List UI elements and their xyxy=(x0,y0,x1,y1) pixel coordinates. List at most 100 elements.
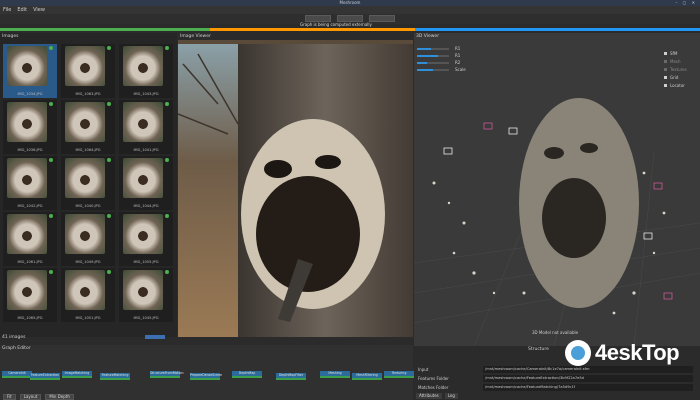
status-dot-icon xyxy=(49,102,53,106)
submit-button[interactable] xyxy=(369,15,395,22)
attr-row-features: Features Folder /mnt/meshroom/cache/Feat… xyxy=(416,375,698,383)
slider-label: R2 xyxy=(455,60,461,65)
viewer-3d: 3D Viewer R1 R1 R2 Scale SfM Mesh Textures Gri… xyxy=(414,33,700,346)
point-cloud-scene xyxy=(414,33,700,346)
watermark-text: 4eskTop xyxy=(595,340,680,365)
tab-attributes[interactable]: Attributes xyxy=(416,393,442,399)
image-toggle[interactable] xyxy=(145,335,165,339)
image-thumbnail[interactable]: IMG_1041.JPG xyxy=(119,100,173,154)
attr-row-matches: Matches Folder /mnt/meshroom/cache/Featu… xyxy=(416,384,698,392)
image-thumbnail[interactable]: IMG_1043.JPG xyxy=(119,44,173,98)
attribute-editor-title: Structure xyxy=(528,347,549,352)
menu-view[interactable]: View xyxy=(33,7,45,13)
thumbnail-label: IMG_1063.JPG xyxy=(75,92,101,96)
graph-node[interactable]: PrepareDenseScene xyxy=(190,373,222,380)
thumbnail-label: IMG_1040.JPG xyxy=(75,204,101,208)
layout-select[interactable]: Min Depth xyxy=(45,394,74,400)
status-dot-icon xyxy=(165,270,169,274)
graph-node[interactable]: FeatureExtraction xyxy=(30,373,60,380)
thumbnail-image xyxy=(123,270,163,310)
status-dot-icon xyxy=(165,46,169,50)
fit-button[interactable]: Fit xyxy=(3,394,16,400)
attr-value[interactable]: /mnt/meshroom/cache/FeatureExtraction/3b… xyxy=(483,375,693,382)
graph-node[interactable]: DepthMap xyxy=(232,371,262,378)
slider-label: R1 xyxy=(455,53,461,58)
image-thumbnail[interactable]: IMG_1040.JPG xyxy=(61,156,115,210)
graph-node[interactable]: Texturing xyxy=(384,371,414,378)
image-thumbnail[interactable]: IMG_1051.JPG xyxy=(61,268,115,322)
thumbnail-label: IMG_1034.JPG xyxy=(17,92,43,96)
viewer-option[interactable]: Mesh xyxy=(664,57,696,65)
progress-running xyxy=(210,28,415,31)
node-label: ImageMatching xyxy=(64,371,90,375)
thumbnail-label: IMG_1061.JPG xyxy=(17,260,43,264)
viewer-3d-title: 3D Viewer xyxy=(416,34,440,39)
menu-edit[interactable]: Edit xyxy=(17,7,27,13)
menu-file[interactable]: File xyxy=(3,7,11,13)
image-thumbnail[interactable]: IMG_1036.JPG xyxy=(3,100,57,154)
image-thumbnail[interactable]: IMG_1063.JPG xyxy=(61,44,115,98)
stop-button[interactable] xyxy=(337,15,363,22)
graph-node[interactable]: FeatureMatching xyxy=(100,373,130,380)
viewer-option[interactable]: Locator xyxy=(664,81,696,89)
status-dot-icon xyxy=(49,46,53,50)
viewer-option[interactable]: SfM xyxy=(664,49,696,57)
node-progress xyxy=(352,378,382,380)
node-progress xyxy=(150,376,180,378)
thumbnail-image xyxy=(7,214,47,254)
graph-node[interactable]: DepthMapFilter xyxy=(276,373,306,380)
thumbnail-image xyxy=(7,270,47,310)
image-thumbnail[interactable]: IMG_1044.JPG xyxy=(119,156,173,210)
graph-status: Graph is being computed externally xyxy=(300,22,372,27)
node-label: DepthMapFilter xyxy=(278,373,304,377)
image-thumbnail[interactable]: IMG_1055.JPG xyxy=(119,212,173,266)
graph-node[interactable]: StructureFromMotion xyxy=(150,371,184,378)
checkbox-icon xyxy=(664,83,667,87)
thumbnail-label: IMG_1049.JPG xyxy=(75,260,101,264)
image-thumbnail[interactable]: IMG_1045.JPG xyxy=(119,268,173,322)
option-label: Mesh xyxy=(670,58,681,64)
images-panel: Images IMG_1034.JPG IMG_1063.JPG IMG_1043.… xyxy=(0,33,177,340)
slider-track[interactable] xyxy=(417,61,449,64)
slider-row: Scale xyxy=(417,66,477,73)
slider-row: R1 xyxy=(417,52,477,59)
node-label: FeatureMatching xyxy=(101,373,129,377)
thumbnail-image xyxy=(65,214,105,254)
image-thumbnail[interactable]: IMG_1034.JPG xyxy=(3,44,57,98)
node-progress xyxy=(100,378,130,380)
watermark-logo-icon xyxy=(565,340,591,366)
layout-button[interactable]: Layout xyxy=(19,394,42,400)
graph-node[interactable]: ImageMatching xyxy=(62,371,92,378)
thumbnail-image xyxy=(123,102,163,142)
thumbnail-image xyxy=(123,158,163,198)
node-progress xyxy=(190,378,220,380)
image-thumbnail[interactable]: IMG_1061.JPG xyxy=(3,212,57,266)
checkbox-icon xyxy=(664,51,667,55)
thumbnail-grid: IMG_1034.JPG IMG_1063.JPG IMG_1043.JPG IMG_… xyxy=(3,44,174,322)
thumbnail-label: IMG_1045.JPG xyxy=(133,316,159,320)
status-dot-icon xyxy=(49,270,53,274)
image-thumbnail[interactable]: IMG_1064.JPG xyxy=(61,100,115,154)
start-button[interactable] xyxy=(305,15,331,22)
slider-track[interactable] xyxy=(417,54,449,57)
thumbnail-label: IMG_1044.JPG xyxy=(133,204,159,208)
image-thumbnail[interactable]: IMG_1042.JPG xyxy=(3,156,57,210)
thumbnail-label: IMG_1051.JPG xyxy=(75,316,101,320)
status-dot-icon xyxy=(107,102,111,106)
slider-track[interactable] xyxy=(417,47,449,50)
image-thumbnail[interactable]: IMG_1049.JPG xyxy=(61,212,115,266)
viewer-option[interactable]: Textures xyxy=(664,65,696,73)
node-label: Meshing xyxy=(328,371,342,375)
graph-node[interactable]: CameraInit xyxy=(2,371,32,378)
menu-bar: File Edit View xyxy=(0,6,700,14)
slider-track[interactable] xyxy=(417,68,449,71)
image-thumbnail[interactable]: IMG_1065.JPG xyxy=(3,268,57,322)
thumbnail-image xyxy=(7,158,47,198)
tab-log[interactable]: Log xyxy=(444,393,458,399)
attr-value[interactable]: /mnt/meshroom/cache/FeatureMatching/7a5d… xyxy=(483,384,693,391)
viewer-option[interactable]: Grid xyxy=(664,73,696,81)
option-label: Locator xyxy=(670,82,685,88)
graph-node[interactable]: Meshing xyxy=(320,371,350,378)
tree-photo xyxy=(178,44,413,337)
graph-node[interactable]: MeshFiltering xyxy=(352,373,382,380)
